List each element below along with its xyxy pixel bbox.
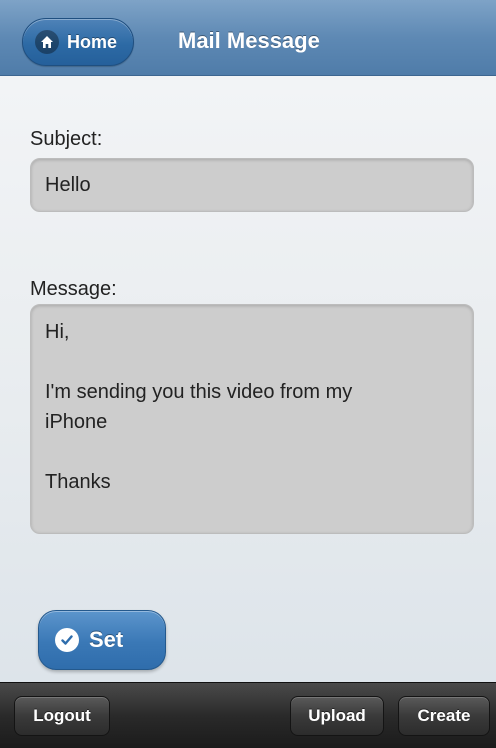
subject-input[interactable]: Hello bbox=[30, 158, 474, 212]
set-button[interactable]: Set bbox=[38, 610, 166, 670]
subject-label: Subject: bbox=[30, 128, 103, 150]
bottom-toolbar: Logout Upload Create bbox=[0, 682, 496, 748]
upload-button[interactable]: Upload bbox=[290, 696, 384, 736]
home-icon bbox=[35, 30, 59, 54]
set-button-label: Set bbox=[89, 627, 124, 652]
mail-form: Subject: Hello Message: Hi, I'm sending … bbox=[0, 76, 496, 682]
home-button[interactable]: Home bbox=[22, 18, 134, 66]
message-textarea[interactable]: Hi, I'm sending you this video from my i… bbox=[30, 304, 474, 534]
message-line: iPhone bbox=[45, 411, 108, 433]
message-line: I'm sending you this video from my bbox=[45, 381, 353, 403]
checkmark-icon bbox=[55, 628, 79, 652]
message-line: Thanks bbox=[45, 471, 111, 493]
message-label: Message: bbox=[30, 278, 117, 300]
home-button-label: Home bbox=[67, 31, 118, 52]
logout-button[interactable]: Logout bbox=[14, 696, 110, 736]
message-line: Hi, bbox=[45, 321, 70, 343]
header-bar: Home Mail Message bbox=[0, 0, 496, 76]
create-button[interactable]: Create bbox=[398, 696, 490, 736]
page-title: Mail Message bbox=[178, 28, 320, 53]
subject-value: Hello bbox=[45, 173, 91, 196]
